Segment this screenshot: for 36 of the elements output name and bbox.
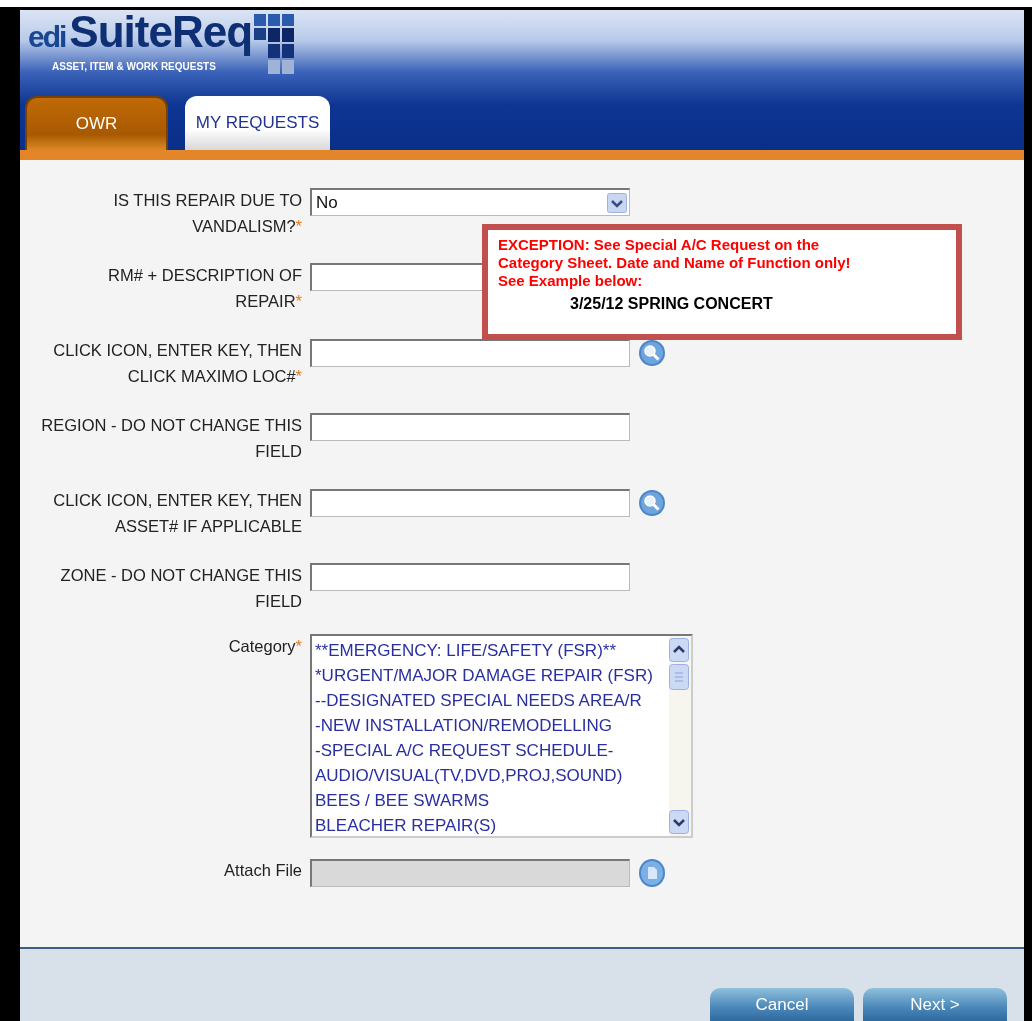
logo-tagline: ASSET, ITEM & WORK REQUESTS [52, 61, 217, 72]
input-field[interactable] [310, 563, 630, 591]
list-option[interactable]: AUDIO/VISUAL(TV,DVD,PROJ,SOUND) [315, 763, 669, 788]
list-option[interactable]: --DESIGNATED SPECIAL NEEDS AREA/R [315, 688, 669, 713]
field-label: CLICK ICON, ENTER KEY, THEN ASSET# IF APPLICABLE [52, 490, 302, 537]
category-listbox[interactable] [310, 634, 693, 838]
input-field[interactable] [310, 413, 630, 441]
scroll-down-icon[interactable] [669, 810, 689, 834]
exception-notice: EXCEPTION: See Special A/C Request on the Category Sheet. Date and Name of Function only! See Example below: [498, 236, 852, 290]
logo-prefix: edi [28, 19, 66, 55]
field-label: ZONE - DO NOT CHANGE THIS FIELD [59, 565, 302, 612]
attach-icon[interactable] [638, 858, 666, 888]
logo-name: SuiteReq [69, 10, 253, 54]
field-label: RM# + DESCRIPTION OF REPAIR* [107, 265, 302, 312]
field-label: Category* [227, 636, 302, 657]
dropdown[interactable]: No [310, 188, 630, 216]
list-option[interactable]: *URGENT/MAJOR DAMAGE REPAIR (FSR) [315, 663, 669, 688]
example-text: 3/25/12 SPRING CONCERT [570, 295, 774, 313]
scroll-thumb[interactable] [669, 664, 689, 690]
field-label: CLICK ICON, ENTER KEY, THEN CLICK MAXIMO LOC#* [52, 340, 302, 387]
footer-button[interactable]: Cancel [710, 988, 854, 1021]
scroll-up-icon[interactable] [669, 638, 689, 662]
list-option[interactable]: -NEW INSTALLATION/REMODELLING [315, 713, 669, 738]
tab[interactable]: MY REQUESTS [185, 96, 330, 150]
list-option[interactable]: BEES / BEE SWARMS [315, 788, 669, 813]
input-field[interactable] [310, 489, 630, 517]
search-icon[interactable] [638, 338, 666, 368]
search-icon[interactable] [638, 488, 666, 518]
field-label: IS THIS REPAIR DUE TO VANDALISM?* [112, 190, 302, 237]
list-option[interactable]: -SPECIAL A/C REQUEST SCHEDULE- [315, 738, 669, 763]
field-label: Attach File [223, 860, 302, 881]
tab[interactable]: OWR [25, 96, 168, 150]
field-label: REGION - DO NOT CHANGE THIS FIELD [40, 415, 302, 462]
list-option[interactable]: **EMERGENCY: LIFE/SAFETY (FSR)** [315, 638, 669, 663]
input-field[interactable] [310, 339, 630, 367]
list-option[interactable]: BLEACHER REPAIR(S) [315, 813, 669, 836]
